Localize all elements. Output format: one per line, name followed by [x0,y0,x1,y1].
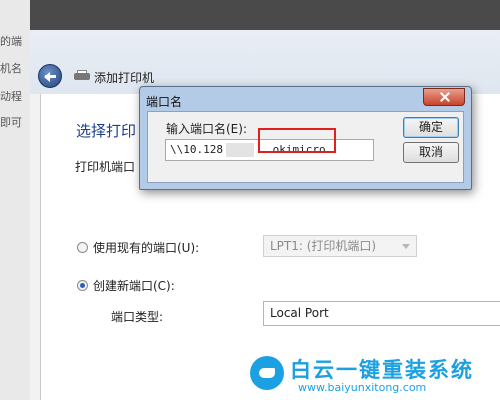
existing-port-value: LPT1: (打印机端口) [270,239,377,253]
dialog-title: 端口名 [146,95,183,109]
use-existing-port-label: 使用现有的端口(U): [93,241,200,255]
ok-button[interactable]: 确定 [403,117,459,138]
background-text: 机名 [0,62,22,75]
port-name-value-start: \\10.128 [170,143,223,156]
wizard-title: 添加打印机 [94,71,155,85]
use-existing-port-radio[interactable] [77,242,88,253]
watermark-url: www.baiyunxitong.com [298,381,427,394]
background-text: 即可 [0,116,22,129]
existing-port-select[interactable]: LPT1: (打印机端口) [263,235,417,257]
background-window: 的端 机名 动程 即可 [0,0,30,400]
back-arrow-icon[interactable] [38,64,62,88]
background-text: 动程 [0,90,22,103]
port-name-dialog: 端口名 输入端口名(E): \\10.128 .okimicro 确定 取消 [139,86,472,190]
port-name-label: 输入端口名(E): [166,122,247,136]
create-new-port-label: 创建新端口(C): [93,279,175,293]
port-type-select[interactable]: Local Port [263,301,500,326]
background-desktop [30,0,500,30]
printer-port-prompt: 打印机端口 [75,160,136,174]
chevron-down-icon [402,244,410,249]
bird-logo-icon [250,356,284,390]
cancel-button[interactable]: 取消 [403,142,459,163]
port-type-label: 端口类型: [111,310,164,324]
redacted-region [226,143,254,157]
create-new-port-radio[interactable] [77,280,88,291]
close-icon[interactable] [423,88,465,106]
wizard-header: 添加打印机 [30,30,500,94]
printer-icon [74,70,90,82]
section-title: 选择打印 [76,122,137,140]
port-type-value: Local Port [270,306,329,320]
watermark: 白云一键重装系统 www.baiyunxitong.com [250,350,500,400]
background-text: 的端 [0,35,22,48]
highlight-box [258,128,336,153]
watermark-name: 白云一键重装系统 [290,358,474,382]
